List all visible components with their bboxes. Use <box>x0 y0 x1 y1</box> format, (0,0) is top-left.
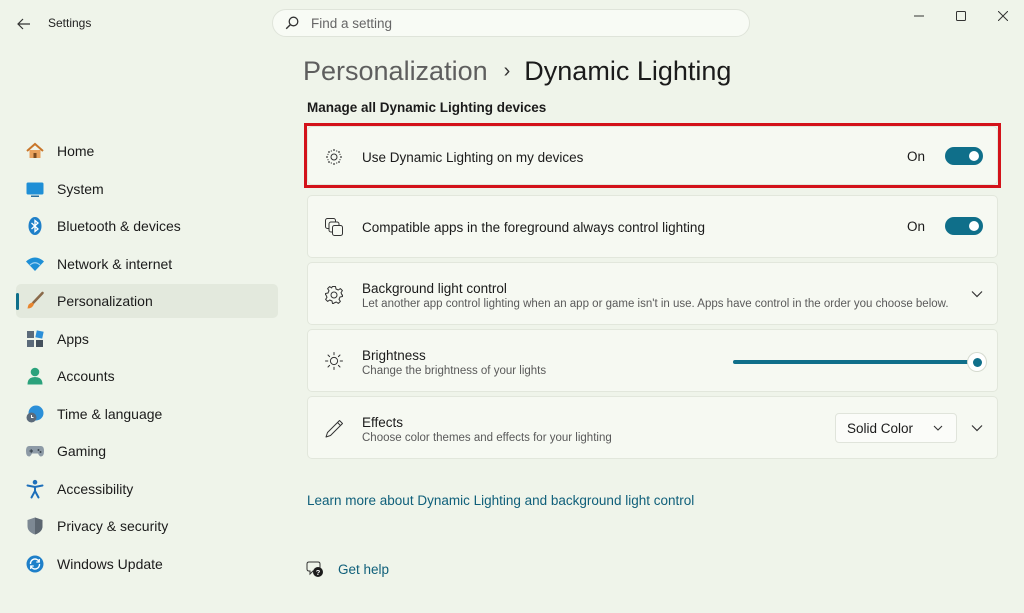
setting-title: Brightness <box>362 348 426 363</box>
page-title: Dynamic Lighting <box>524 56 732 86</box>
search-box[interactable] <box>272 9 750 37</box>
learn-more-link[interactable]: Learn more about Dynamic Lighting and ba… <box>307 493 694 508</box>
help-chat-icon: ? <box>306 561 323 577</box>
title-bar: Settings <box>0 0 1024 48</box>
sidebar-item-label: Bluetooth & devices <box>57 218 181 234</box>
section-title: Manage all Dynamic Lighting devices <box>307 100 547 115</box>
use-dynamic-lighting-toggle[interactable] <box>945 147 983 165</box>
brightness-slider[interactable] <box>733 353 986 371</box>
update-icon <box>25 554 45 574</box>
setting-title: Effects <box>362 415 404 430</box>
toggle-knob <box>969 221 979 231</box>
person-icon <box>25 366 45 386</box>
sidebar-item-home[interactable]: Home <box>16 134 278 168</box>
search-input[interactable] <box>309 14 713 32</box>
wifi-icon <box>25 254 45 274</box>
expand-chevron-icon[interactable] <box>969 420 985 436</box>
get-help-label: Get help <box>338 561 390 577</box>
back-button[interactable] <box>12 12 36 36</box>
setting-description: Let another app control lighting when an… <box>362 298 949 310</box>
use-dynamic-lighting-toggle-group: On <box>907 147 983 165</box>
breadcrumb: Personalization › Dynamic Lighting <box>303 52 731 90</box>
sidebar-item-label: Accounts <box>57 368 115 384</box>
setting-compatible-apps[interactable]: Compatible apps in the foreground always… <box>307 195 998 258</box>
minimize-icon <box>914 15 924 17</box>
sidebar-item-time-language[interactable]: Time & language <box>16 397 278 431</box>
sun-icon <box>324 351 344 371</box>
close-button[interactable] <box>982 0 1024 32</box>
sidebar-item-label: Personalization <box>57 293 153 309</box>
sidebar-nav: Home System Bluetooth & devices Network … <box>16 134 278 584</box>
setting-title: Use Dynamic Lighting on my devices <box>362 150 584 165</box>
setting-description: Choose color themes and effects for your… <box>362 432 612 444</box>
sidebar-item-label: System <box>57 180 104 197</box>
sidebar-item-system[interactable]: System <box>16 172 278 206</box>
sun-dots-icon <box>324 147 344 167</box>
sidebar-item-label: Windows Update <box>57 555 163 572</box>
sidebar-item-label: Time & language <box>57 405 163 422</box>
bluetooth-icon <box>25 216 45 236</box>
get-help-link[interactable]: ? Get help <box>306 560 389 578</box>
toggle-state-label: On <box>906 218 925 234</box>
sidebar-item-privacy[interactable]: Privacy & security <box>16 509 278 543</box>
toggle-knob <box>969 151 979 161</box>
pen-icon <box>324 419 344 439</box>
slider-thumb[interactable] <box>968 353 986 371</box>
breadcrumb-parent[interactable]: Personalization <box>303 52 488 90</box>
sidebar-item-network[interactable]: Network & internet <box>16 247 278 281</box>
setting-title: Background light control <box>362 281 507 296</box>
search-icon <box>285 16 299 30</box>
window-controls <box>898 0 1024 32</box>
sidebar-item-apps[interactable]: Apps <box>16 322 278 356</box>
sidebar-item-label: Apps <box>57 330 89 347</box>
sidebar-item-personalization[interactable]: Personalization <box>16 284 278 318</box>
slider-track <box>733 360 977 364</box>
svg-text:?: ? <box>316 568 321 577</box>
compatible-apps-toggle-group: On <box>907 217 983 235</box>
maximize-button[interactable] <box>940 0 982 32</box>
settings-window: Settings Home <box>0 0 1024 613</box>
layered-apps-icon <box>324 217 344 237</box>
chevron-down-icon[interactable] <box>969 286 985 302</box>
setting-brightness: Brightness Change the brightness of your… <box>307 329 998 392</box>
setting-use-dynamic-lighting[interactable]: Use Dynamic Lighting on my devices On <box>307 126 998 185</box>
sidebar-item-accounts[interactable]: Accounts <box>16 359 278 393</box>
gamepad-icon <box>25 441 45 461</box>
gear-icon <box>324 285 344 305</box>
clock-globe-icon <box>25 404 45 424</box>
sidebar-item-accessibility[interactable]: Accessibility <box>16 472 278 506</box>
setting-background-light-control[interactable]: Background light control Let another app… <box>307 262 998 325</box>
accessibility-icon <box>25 479 45 499</box>
sidebar-item-label: Accessibility <box>57 480 134 497</box>
sidebar-item-windows-update[interactable]: Windows Update <box>16 547 278 581</box>
setting-description: Change the brightness of your lights <box>362 365 547 377</box>
toggle-state-label: On <box>906 148 925 164</box>
close-icon <box>998 11 1008 21</box>
sidebar-item-gaming[interactable]: Gaming <box>16 434 278 468</box>
effects-dropdown[interactable]: Solid Color <box>835 413 957 443</box>
paintbrush-icon <box>25 291 45 311</box>
effects-selected-value: Solid Color <box>847 420 914 436</box>
sidebar-item-label: Privacy & security <box>57 518 169 534</box>
maximize-icon <box>956 11 966 21</box>
compatible-apps-toggle[interactable] <box>945 217 983 235</box>
sidebar-item-label: Gaming <box>57 443 107 459</box>
shield-icon <box>25 516 45 536</box>
monitor-icon <box>25 179 45 199</box>
arrow-left-icon <box>17 18 30 30</box>
sidebar-item-bluetooth[interactable]: Bluetooth & devices <box>16 209 278 243</box>
home-icon <box>25 141 45 161</box>
breadcrumb-separator: › <box>503 60 511 82</box>
app-title: Settings <box>48 16 92 30</box>
minimize-button[interactable] <box>898 0 940 32</box>
sidebar-item-label: Network & internet <box>57 255 173 272</box>
chevron-down-icon <box>933 425 943 431</box>
setting-effects[interactable]: Effects Choose color themes and effects … <box>307 396 998 459</box>
apps-icon <box>25 329 45 349</box>
setting-title: Compatible apps in the foreground always… <box>362 220 705 235</box>
sidebar-item-label: Home <box>57 143 95 159</box>
